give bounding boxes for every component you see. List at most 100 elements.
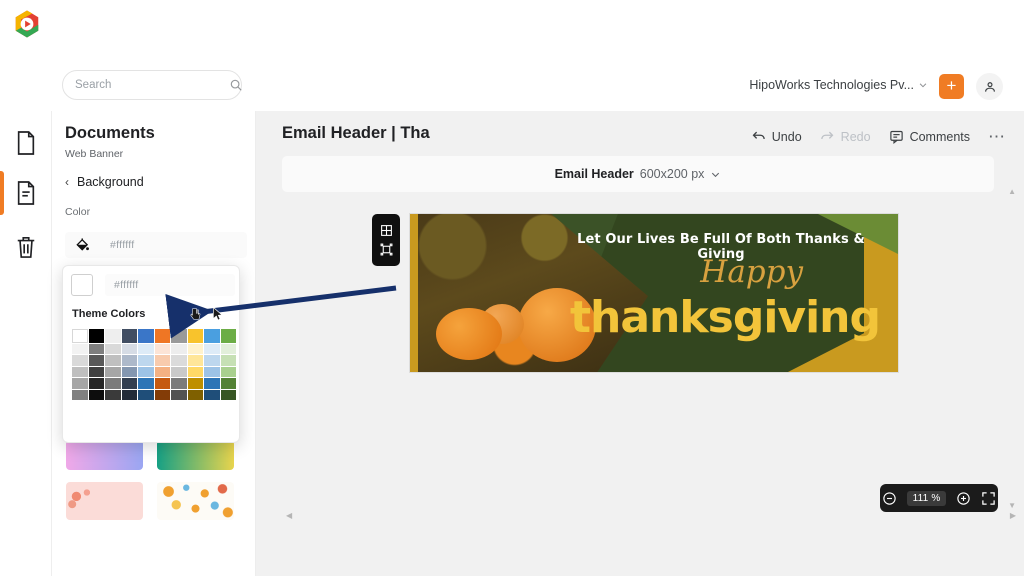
color-swatch[interactable] (121, 343, 137, 354)
color-swatch[interactable] (138, 343, 154, 354)
color-swatch[interactable] (138, 366, 154, 377)
swatch-column[interactable] (105, 329, 121, 400)
sidebar-item-documents[interactable] (0, 117, 52, 169)
gradient-swatch-green-yellow[interactable] (157, 440, 234, 470)
swatch-column[interactable] (154, 329, 170, 400)
zoom-controls[interactable]: 111 % (880, 484, 998, 512)
search-box[interactable] (62, 70, 242, 100)
undo-button[interactable]: Undo (751, 129, 802, 144)
color-swatch[interactable] (154, 389, 170, 400)
scroll-right-arrow[interactable]: ▶ (1010, 511, 1016, 520)
color-swatch[interactable] (171, 378, 187, 389)
color-swatch[interactable] (154, 366, 170, 377)
color-swatch[interactable] (121, 329, 137, 343)
crop-frame-icon[interactable] (380, 243, 393, 256)
element-mini-toolbar[interactable] (372, 214, 400, 266)
grid-layout-icon[interactable] (380, 224, 393, 237)
color-swatch[interactable] (187, 329, 203, 343)
color-swatch[interactable] (171, 389, 187, 400)
theme-colors-grid[interactable] (72, 329, 236, 400)
swatch-column[interactable] (187, 329, 203, 400)
swatch-column[interactable] (88, 329, 104, 400)
color-swatch[interactable] (105, 378, 121, 389)
scroll-left-arrow[interactable]: ◀ (286, 511, 292, 520)
color-swatch[interactable] (154, 355, 170, 366)
zoom-out-icon[interactable] (882, 491, 897, 506)
swatch-column[interactable] (72, 329, 88, 400)
color-swatch[interactable] (121, 366, 137, 377)
color-swatch[interactable] (220, 389, 236, 400)
color-field[interactable]: #ffffff (65, 232, 247, 258)
color-swatch[interactable] (204, 355, 220, 366)
color-swatch[interactable] (88, 329, 104, 343)
color-swatch[interactable] (171, 355, 187, 366)
color-swatch[interactable] (204, 389, 220, 400)
color-swatch[interactable] (105, 329, 121, 343)
color-swatch[interactable] (121, 389, 137, 400)
color-swatch[interactable] (220, 378, 236, 389)
color-swatch[interactable] (72, 355, 88, 366)
banner-artwork[interactable]: Let Our Lives Be Full Of Both Thanks & G… (409, 213, 899, 373)
color-swatch[interactable] (88, 355, 104, 366)
redo-button[interactable]: Redo (820, 129, 871, 144)
color-swatch[interactable] (138, 389, 154, 400)
color-swatch[interactable] (171, 329, 187, 343)
color-swatch[interactable] (204, 366, 220, 377)
color-swatch[interactable] (72, 378, 88, 389)
color-swatch[interactable] (121, 355, 137, 366)
swatch-column[interactable] (204, 329, 220, 400)
color-swatch[interactable] (187, 378, 203, 389)
scroll-down-arrow[interactable]: ▼ (1008, 501, 1016, 510)
gradient-swatch-pink-purple[interactable] (66, 440, 143, 470)
color-swatch[interactable] (220, 343, 236, 354)
color-swatch[interactable] (220, 329, 236, 343)
color-swatch[interactable] (171, 343, 187, 354)
color-swatch[interactable] (220, 355, 236, 366)
thumbnail-pink-texture[interactable] (66, 482, 143, 520)
search-input[interactable] (75, 79, 229, 91)
color-swatch[interactable] (204, 343, 220, 354)
color-swatch[interactable] (72, 366, 88, 377)
fullscreen-icon[interactable] (981, 491, 996, 506)
swatch-column[interactable] (121, 329, 137, 400)
color-swatch[interactable] (72, 343, 88, 354)
color-swatch[interactable] (154, 329, 170, 343)
back-to-background[interactable]: ‹ Background (65, 175, 144, 189)
swatch-column[interactable] (171, 329, 187, 400)
color-swatch[interactable] (154, 378, 170, 389)
color-swatch[interactable] (105, 343, 121, 354)
add-button[interactable]: + (939, 74, 964, 99)
sidebar-item-trash[interactable] (0, 221, 52, 273)
hex-input-field[interactable]: #ffffff (105, 274, 235, 296)
color-swatch[interactable] (88, 366, 104, 377)
organization-name[interactable]: HipoWorks Technologies Pv... (749, 78, 914, 92)
color-swatch[interactable] (72, 389, 88, 400)
sidebar-item-pages[interactable] (0, 167, 52, 219)
swatch-column[interactable] (138, 329, 154, 400)
color-swatch[interactable] (171, 366, 187, 377)
color-picker-popover[interactable]: #ffffff Theme Colors (62, 265, 240, 443)
document-size-bar[interactable]: Email Header 600x200 px (282, 156, 994, 192)
zoom-in-icon[interactable] (956, 491, 971, 506)
thumbnail-confetti-pattern[interactable] (157, 482, 234, 520)
color-swatch[interactable] (121, 378, 137, 389)
color-swatch[interactable] (187, 366, 203, 377)
swatch-column[interactable] (220, 329, 236, 400)
color-swatch[interactable] (88, 343, 104, 354)
color-swatch[interactable] (204, 378, 220, 389)
comments-button[interactable]: Comments (889, 129, 970, 144)
chevron-down-icon[interactable] (710, 169, 721, 180)
color-swatch[interactable] (72, 329, 88, 343)
color-swatch[interactable] (138, 329, 154, 343)
color-swatch[interactable] (187, 343, 203, 354)
color-swatch[interactable] (187, 389, 203, 400)
color-swatch[interactable] (138, 378, 154, 389)
color-swatch[interactable] (88, 389, 104, 400)
scroll-up-arrow[interactable]: ▲ (1008, 187, 1016, 196)
color-swatch[interactable] (105, 389, 121, 400)
color-swatch[interactable] (187, 355, 203, 366)
color-swatch[interactable] (105, 366, 121, 377)
app-logo[interactable] (12, 9, 42, 39)
avatar[interactable] (976, 73, 1003, 100)
zoom-level[interactable]: 111 % (906, 490, 947, 506)
